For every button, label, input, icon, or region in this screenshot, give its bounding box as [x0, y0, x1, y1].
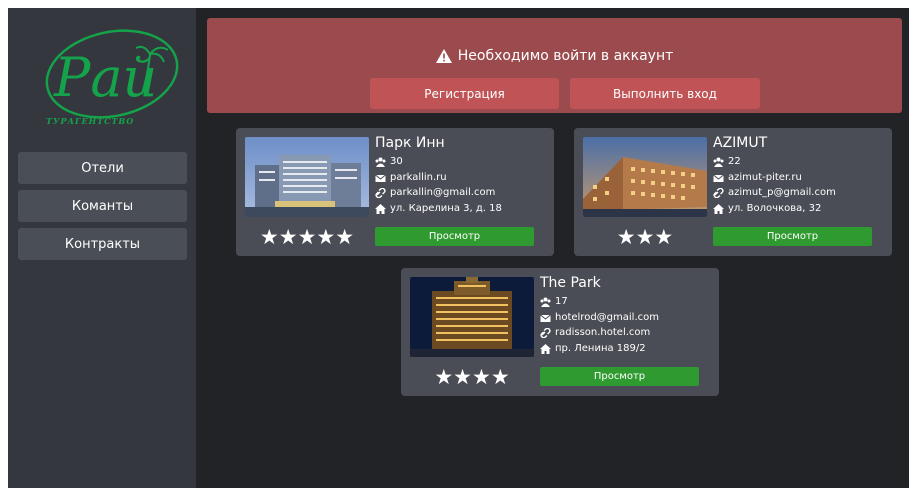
rooms-row: 30 — [375, 156, 403, 167]
hotel-name: AZIMUT — [713, 135, 768, 151]
hotel-card: ★★★ AZIMUT 22 azimut-piter.ru azimut_p@g… — [574, 128, 892, 256]
hotel-site[interactable]: radisson.hotel.com — [555, 327, 650, 338]
link-icon — [540, 327, 551, 338]
address-row: ул. Волочкова, 32 — [713, 203, 821, 214]
hotel-rooms: 22 — [728, 156, 741, 167]
star-rating: ★★★ — [616, 225, 674, 249]
svg-text:Рай: Рай — [53, 46, 157, 109]
address-row: пр. Ленина 189/2 — [540, 343, 646, 354]
envelope-icon — [375, 173, 386, 183]
app-window: Рай ТУРАГЕНТСТВО Отели Команты Контракты… — [8, 8, 909, 488]
email-row: azimut-piter.ru — [713, 172, 802, 183]
hotel-photo — [410, 277, 534, 357]
alert-title-row: Необходимо войти в аккаунт — [207, 48, 902, 64]
link-icon — [713, 187, 724, 198]
sidebar-nav: Отели Команты Контракты — [18, 152, 187, 260]
sidebar: Рай ТУРАГЕНТСТВО Отели Команты Контракты — [8, 8, 196, 488]
hotel-photo — [245, 137, 369, 217]
hotel-address: пр. Ленина 189/2 — [555, 343, 646, 354]
view-hotel-button[interactable]: Просмотр — [713, 227, 872, 246]
hotel-rooms: 17 — [555, 296, 568, 307]
address-row: ул. Карелина 3, д. 18 — [375, 203, 502, 214]
hotel-site[interactable]: parkallin@gmail.com — [390, 187, 495, 198]
hotel-name: The Park — [540, 275, 601, 291]
view-hotel-button[interactable]: Просмотр — [540, 367, 699, 386]
hotel-card: ★★★★★ Парк Инн 30 parkallin.ru parkallin… — [236, 128, 554, 256]
brand-logo[interactable]: Рай ТУРАГЕНТСТВО — [32, 24, 182, 128]
site-row: parkallin@gmail.com — [375, 187, 495, 198]
hotel-site[interactable]: azimut_p@gmail.com — [728, 187, 836, 198]
email-row: parkallin.ru — [375, 172, 447, 183]
rooms-icon — [540, 297, 551, 307]
view-hotel-button[interactable]: Просмотр — [375, 227, 534, 246]
rooms-row: 22 — [713, 156, 741, 167]
rooms-icon — [713, 157, 724, 167]
site-row: radisson.hotel.com — [540, 327, 650, 338]
home-icon — [713, 203, 724, 214]
rooms-icon — [375, 157, 386, 167]
email-row: hotelrod@gmail.com — [540, 312, 659, 323]
sidebar-item-rooms[interactable]: Команты — [18, 190, 187, 222]
hotel-address: ул. Волочкова, 32 — [728, 203, 822, 214]
logo-subtitle: ТУРАГЕНТСТВО — [46, 116, 135, 126]
main-content: Необходимо войти в аккаунт Регистрация В… — [196, 8, 909, 488]
home-icon — [375, 203, 386, 214]
warning-icon — [435, 49, 452, 63]
login-alert: Необходимо войти в аккаунт Регистрация В… — [207, 18, 902, 113]
sidebar-item-contracts[interactable]: Контракты — [18, 228, 187, 260]
hotel-email[interactable]: azimut-piter.ru — [728, 172, 802, 183]
envelope-icon — [540, 313, 551, 323]
link-icon — [375, 187, 386, 198]
hotel-email[interactable]: parkallin.ru — [390, 172, 447, 183]
hotel-photo — [583, 137, 707, 217]
hotel-email[interactable]: hotelrod@gmail.com — [555, 312, 659, 323]
envelope-icon — [713, 173, 724, 183]
site-row: azimut_p@gmail.com — [713, 187, 836, 198]
alert-title: Необходимо войти в аккаунт — [457, 48, 674, 64]
hotel-card: ★★★★ The Park 17 hotelrod@gmail.com radi… — [401, 268, 719, 396]
sidebar-item-hotels[interactable]: Отели — [18, 152, 187, 184]
home-icon — [540, 343, 551, 354]
rooms-row: 17 — [540, 296, 568, 307]
logo-icon: Рай — [45, 29, 179, 119]
register-button[interactable]: Регистрация — [370, 78, 559, 109]
star-rating: ★★★★ — [434, 365, 510, 389]
login-button[interactable]: Выполнить вход — [570, 78, 760, 109]
hotel-name: Парк Инн — [375, 135, 445, 151]
hotel-address: ул. Карелина 3, д. 18 — [390, 203, 502, 214]
star-rating: ★★★★★ — [259, 225, 355, 249]
hotel-rooms: 30 — [390, 156, 403, 167]
